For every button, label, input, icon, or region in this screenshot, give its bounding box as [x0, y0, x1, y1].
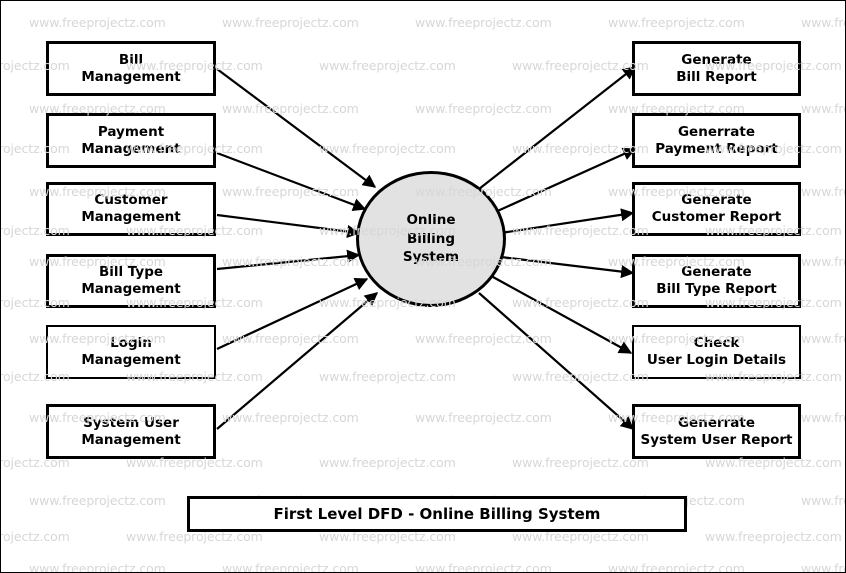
entity-customer-management[interactable]: Customer Management: [46, 182, 216, 236]
entity-bill-management[interactable]: Bill Management: [46, 41, 216, 96]
entity-label-line: Generate: [681, 192, 752, 208]
entity-label-line: Payment: [97, 123, 165, 140]
entity-label-line: Bill Type: [98, 264, 164, 280]
diagram-nodes: Bill Management Payment Management Custo…: [1, 1, 845, 572]
entity-label-line: Management: [81, 352, 181, 368]
entity-payment-management[interactable]: Payment Management: [46, 113, 216, 168]
diagram-title: First Level DFD - Online Billing System: [273, 505, 601, 523]
dfd-diagram-page: Bill Management Payment Management Custo…: [0, 0, 846, 573]
entity-label-line: Generrate: [677, 123, 756, 140]
entity-label-line: Generate: [681, 264, 752, 280]
entity-generate-bill-type-report[interactable]: Generate Bill Type Report: [632, 254, 801, 308]
entity-generate-customer-report[interactable]: Generate Customer Report: [632, 182, 801, 236]
entity-label-line: Bill Report: [676, 68, 757, 85]
entity-label-line: Management: [81, 281, 181, 297]
entity-label-line: Generrate: [677, 414, 756, 431]
entity-label-line: User Login Details: [646, 352, 787, 368]
diagram-title-box: First Level DFD - Online Billing System: [187, 496, 687, 532]
entity-label-line: System User Report: [640, 431, 793, 448]
entity-label-line: Management: [81, 209, 181, 225]
entity-label-line: Check: [693, 335, 740, 351]
entity-label-line: Login: [110, 335, 152, 351]
process-online-billing-system[interactable]: Online Billing System: [356, 171, 506, 307]
entity-check-user-login-details[interactable]: Check User Login Details: [632, 325, 801, 379]
entity-label-line: Customer Report: [651, 209, 782, 225]
entity-generate-payment-report[interactable]: Generrate Payment Report: [632, 113, 801, 168]
process-label-line: Billing: [406, 230, 456, 247]
entity-label-line: Customer: [94, 192, 168, 208]
entity-label-line: Management: [81, 431, 181, 448]
entity-login-management[interactable]: Login Management: [46, 325, 216, 379]
entity-label-line: Payment Report: [655, 140, 778, 157]
process-label-line: System: [402, 249, 460, 266]
entity-generate-bill-report[interactable]: Generate Bill Report: [632, 41, 801, 96]
entity-label-line: Management: [81, 140, 181, 157]
entity-label-line: Bill Type Report: [656, 281, 777, 297]
entity-system-user-management[interactable]: System User Management: [46, 404, 216, 459]
entity-bill-type-management[interactable]: Bill Type Management: [46, 254, 216, 308]
entity-label-line: Generate: [681, 51, 752, 68]
entity-label-line: Bill: [118, 51, 144, 68]
entity-label-line: System User: [83, 414, 179, 431]
process-label-line: Online: [406, 212, 456, 229]
entity-label-line: Management: [81, 68, 181, 85]
entity-generate-system-user-report[interactable]: Generrate System User Report: [632, 404, 801, 459]
